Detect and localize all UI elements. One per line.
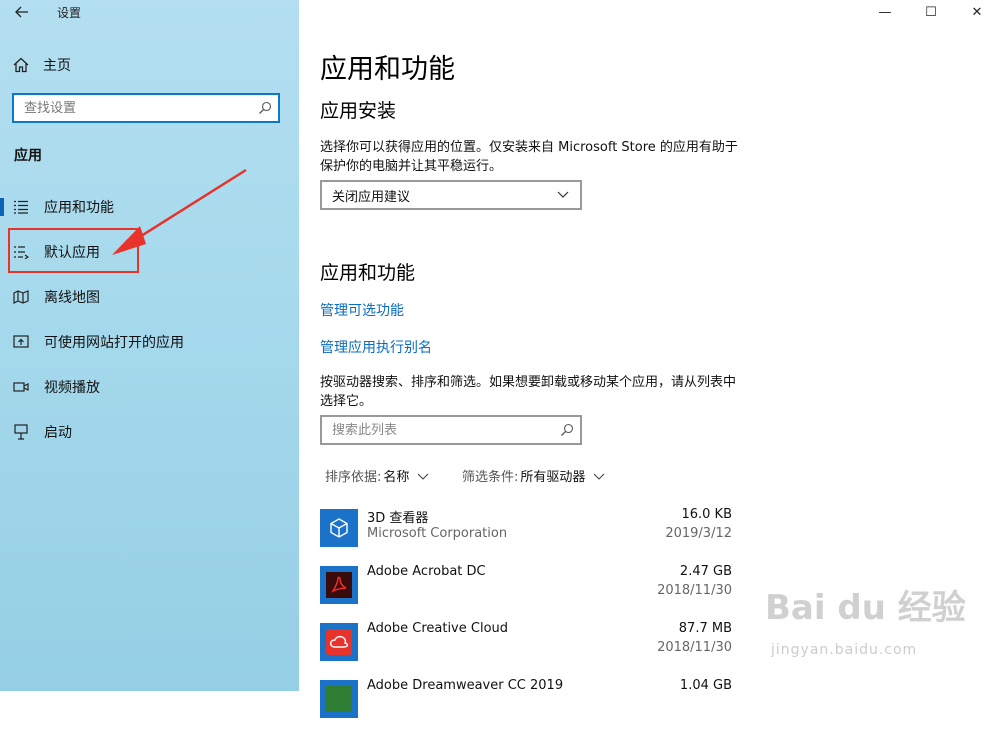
watermark-url: jingyan.baidu.com: [771, 642, 918, 658]
chevron-down-icon: [557, 191, 569, 198]
video-icon: [12, 378, 30, 396]
install-description: 选择你可以获得应用的位置。仅安装来自 Microsoft Store 的应用有助…: [320, 138, 740, 176]
install-desc-line: 保护你的电脑并让其平稳运行。: [320, 159, 503, 174]
search-desc-line: 按驱动器搜索、排序和筛选。如果想要卸载或移动某个应用，请从列表中: [320, 375, 737, 390]
dreamweaver-icon: [320, 680, 358, 718]
app-date: 2019/3/12: [665, 526, 732, 541]
install-desc-line: 选择你可以获得应用的位置。仅安装来自 Microsoft Store 的应用有助…: [320, 140, 738, 155]
app-size: 87.7 MB: [678, 621, 732, 636]
app-list-search[interactable]: [320, 415, 582, 445]
app-name: Adobe Creative Cloud: [367, 621, 509, 636]
startup-icon: [12, 423, 30, 441]
app-list-item[interactable]: Adobe Dreamweaver CC 2019 1.04 GB: [320, 678, 735, 730]
apps-heading: 应用和功能: [320, 262, 416, 284]
install-heading: 应用安装: [320, 100, 397, 122]
sidebar-item-startup[interactable]: 启动: [0, 412, 299, 452]
chevron-down-icon: [418, 473, 429, 480]
sidebar: 设置 主页 应用 应用和功能 默认应用 离线地图 可使用网站打开的应用: [0, 0, 299, 691]
sort-label: 排序依据:: [325, 470, 382, 485]
website-app-icon: [12, 333, 30, 351]
sort-dropdown[interactable]: 排序依据: 名称: [325, 466, 429, 485]
manage-app-alias-link[interactable]: 管理应用执行别名: [320, 337, 432, 357]
sidebar-item-label: 可使用网站打开的应用: [44, 335, 184, 351]
app-list-item[interactable]: 3D 查看器 Microsoft Corporation 16.0 KB 201…: [320, 507, 735, 559]
red-arrow-annotation: [112, 168, 247, 255]
watermark-brand: Bai du 经验: [765, 588, 966, 628]
app-name: Adobe Acrobat DC: [367, 564, 486, 579]
3d-viewer-icon: [320, 509, 358, 547]
search-description: 按驱动器搜索、排序和筛选。如果想要卸载或移动某个应用，请从列表中 选择它。: [320, 373, 740, 411]
app-name: 3D 查看器: [367, 511, 429, 526]
install-source-dropdown[interactable]: 关闭应用建议: [320, 180, 582, 210]
search-desc-line: 选择它。: [320, 394, 373, 409]
filter-label: 筛选条件:: [462, 470, 519, 485]
app-date: 2018/11/30: [657, 583, 732, 598]
maximize-button[interactable]: ☐: [908, 0, 954, 24]
app-publisher: Microsoft Corporation: [367, 526, 508, 541]
acrobat-icon: [320, 566, 358, 604]
app-list-item[interactable]: Adobe Creative Cloud 87.7 MB 2018/11/30: [320, 621, 735, 673]
app-list-search-input[interactable]: [322, 417, 552, 443]
manage-optional-features-link[interactable]: 管理可选功能: [320, 300, 404, 320]
sidebar-item-label: 视频播放: [44, 380, 100, 396]
creative-cloud-icon: [320, 623, 358, 661]
app-size: 16.0 KB: [681, 507, 732, 522]
search-icon: [561, 423, 574, 436]
sort-value: 名称: [383, 470, 410, 485]
app-size: 2.47 GB: [679, 564, 732, 579]
baidu-watermark: Bai du 经验 jingyan.baidu.com: [765, 580, 985, 670]
app-date: 2018/11/30: [657, 640, 732, 655]
app-list-item[interactable]: Adobe Acrobat DC 2.47 GB 2018/11/30: [320, 564, 735, 616]
sidebar-item-website-apps[interactable]: 可使用网站打开的应用: [0, 322, 299, 362]
dropdown-value: 关闭应用建议: [332, 189, 411, 205]
minimize-button[interactable]: —: [862, 0, 908, 24]
sidebar-item-label: 启动: [44, 425, 72, 441]
chevron-down-icon: [594, 473, 605, 480]
window-controls: — ☐ ✕: [862, 0, 1000, 24]
filter-value: 所有驱动器: [520, 470, 586, 485]
page-title: 应用和功能: [320, 54, 455, 85]
sidebar-item-video-playback[interactable]: 视频播放: [0, 367, 299, 407]
close-button[interactable]: ✕: [954, 0, 1000, 24]
filter-dropdown[interactable]: 筛选条件: 所有驱动器: [462, 466, 605, 485]
